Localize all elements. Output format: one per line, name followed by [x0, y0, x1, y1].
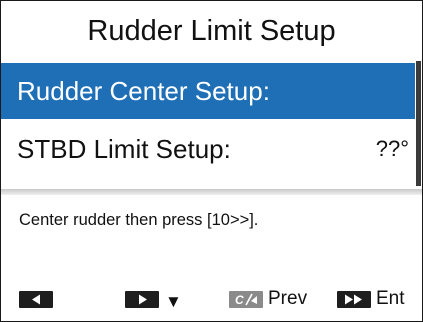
screen-title: Rudder Limit Setup	[87, 15, 336, 47]
prev-label: Prev	[268, 288, 308, 309]
menu-item-rudder-center-setup[interactable]: Rudder Center Setup:	[1, 63, 415, 119]
power-icon[interactable]: C	[229, 291, 263, 308]
menu-scrollbar[interactable]	[416, 61, 421, 186]
menu-item-value: ??°	[375, 136, 409, 161]
right-arrow-icon[interactable]	[125, 291, 159, 308]
softkey-bar: ▼ C Prev Ent	[1, 288, 422, 321]
down-arrow-glyph: ▼	[165, 292, 182, 311]
menu-item-label: Rudder Center Setup:	[17, 76, 270, 106]
divider	[1, 189, 422, 195]
instruction-message: Center rudder then press [10>>].	[19, 211, 259, 229]
menu-item-label: STBD Limit Setup:	[17, 134, 231, 164]
menu-item-stbd-limit-setup[interactable]: STBD Limit Setup: ??°	[1, 121, 415, 177]
display-screen: Rudder Limit Setup Rudder Center Setup: …	[0, 0, 423, 322]
svg-text:C: C	[235, 293, 244, 307]
ent-label: Ent	[376, 288, 405, 309]
fast-forward-icon[interactable]	[337, 291, 371, 308]
left-arrow-icon[interactable]	[19, 291, 53, 308]
